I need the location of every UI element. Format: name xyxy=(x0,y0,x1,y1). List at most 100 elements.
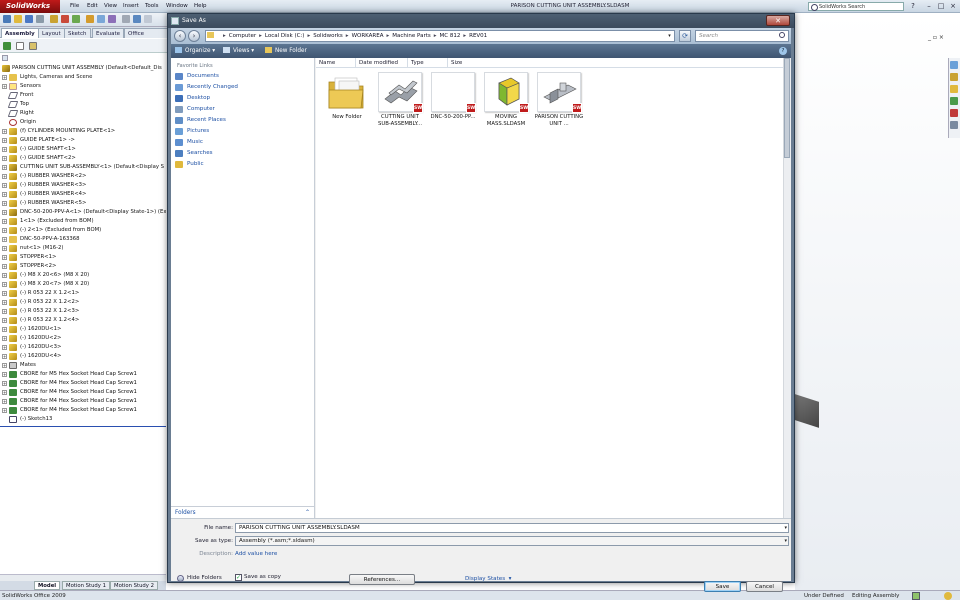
design-library-icon[interactable] xyxy=(950,73,958,81)
tree-item[interactable]: + CUTTING UNIT SUB-ASSEMBLY<1> (Default<D… xyxy=(0,163,166,172)
column-name[interactable]: Name xyxy=(316,58,356,68)
tree-item[interactable]: + GUIDE PLATE<1> -> xyxy=(0,136,166,145)
tree-root-assembly[interactable]: PARISON CUTTING UNIT ASSEMBLY (Default<D… xyxy=(0,64,166,73)
close-button[interactable]: × xyxy=(948,1,958,11)
breadcrumb-separator-icon[interactable]: ▸ xyxy=(259,31,262,41)
feature-tree-icon[interactable] xyxy=(3,42,11,50)
rebuild-status-icon[interactable] xyxy=(912,592,920,600)
expand-icon[interactable]: + xyxy=(2,354,7,359)
tree-item[interactable]: + CBORE for M4 Hex Socket Head Cap Screw1 xyxy=(0,397,166,406)
expand-icon[interactable]: + xyxy=(2,246,7,251)
tab-model[interactable]: Model xyxy=(34,581,61,590)
expand-icon[interactable]: + xyxy=(2,345,7,350)
menu-view[interactable]: View xyxy=(104,0,117,13)
tab-evaluate[interactable]: Evaluate xyxy=(92,28,125,38)
menu-file[interactable]: File xyxy=(70,0,79,13)
breadcrumb-separator-icon[interactable]: ▸ xyxy=(307,31,310,41)
breadcrumb-item[interactable]: MC 812 xyxy=(440,33,461,39)
tab-layout[interactable]: Layout xyxy=(38,28,65,38)
menu-tools[interactable]: Tools xyxy=(145,0,159,13)
search-results-icon[interactable] xyxy=(950,97,958,105)
breadcrumb-item[interactable]: Machine Parts xyxy=(392,33,431,39)
address-bar[interactable]: ▸ Computer ▸ Local Disk (C:) ▸ Solidworks ▸ WOR… xyxy=(205,30,675,42)
column-size[interactable]: Size xyxy=(448,58,468,68)
breadcrumb-item[interactable]: Solidworks xyxy=(313,33,343,39)
tree-item[interactable]: + CBORE for M4 Hex Socket Head Cap Screw1 xyxy=(0,406,166,415)
tab-assembly[interactable]: Assembly xyxy=(1,28,39,38)
expand-icon[interactable]: + xyxy=(2,192,7,197)
expand-icon[interactable]: + xyxy=(2,237,7,242)
column-date-modified[interactable]: Date modified xyxy=(356,58,408,68)
save-as-copy-checkbox[interactable]: ✓ xyxy=(235,574,242,581)
tree-item[interactable]: + (-) R 053 22 X 1.2<1> xyxy=(0,289,166,298)
tree-item[interactable]: + nut<1> (M16-2) xyxy=(0,244,166,253)
quick-tips-icon[interactable] xyxy=(944,592,952,600)
filter-icon[interactable] xyxy=(2,55,8,61)
restore-button[interactable]: □ xyxy=(936,1,946,11)
views-button[interactable]: Views ▾ xyxy=(223,44,254,58)
expand-icon[interactable]: + xyxy=(2,174,7,179)
expand-icon[interactable]: + xyxy=(2,318,7,323)
tree-item[interactable]: + DNC-50-200-PPV-A<1> (Default<Display St… xyxy=(0,208,166,217)
appearances-icon[interactable] xyxy=(950,121,958,129)
back-button[interactable]: ‹ xyxy=(174,30,186,42)
tree-item[interactable]: + (-) M8 X 20<6> (M8 X 20) xyxy=(0,271,166,280)
favorite-link[interactable]: Music xyxy=(175,137,311,148)
display-icon[interactable] xyxy=(133,15,141,23)
expand-icon[interactable]: + xyxy=(2,84,7,89)
property-manager-icon[interactable] xyxy=(16,42,24,50)
tree-item[interactable]: Top xyxy=(0,100,166,109)
tree-item[interactable]: Right xyxy=(0,109,166,118)
expand-icon[interactable]: + xyxy=(2,156,7,161)
solidworks-search-input[interactable]: SolidWorks Search xyxy=(808,2,904,11)
graphics-area[interactable] xyxy=(795,13,960,590)
tree-item[interactable]: + Sensors xyxy=(0,82,166,91)
favorite-link[interactable]: Documents xyxy=(175,71,311,82)
tree-item[interactable]: + (-) R 053 22 X 1.2<4> xyxy=(0,316,166,325)
tree-item[interactable]: + (-) RUBBER WASHER<5> xyxy=(0,199,166,208)
help-icon[interactable]: ? xyxy=(779,47,787,55)
tree-item[interactable]: + (-) 1620DU<2> xyxy=(0,334,166,343)
expand-icon[interactable]: + xyxy=(2,201,7,206)
tree-item[interactable]: + (-) 2<1> (Excluded from BOM) xyxy=(0,226,166,235)
refresh-button[interactable]: ⟳ xyxy=(679,30,691,42)
favorite-link[interactable]: Public xyxy=(175,159,311,170)
scrollbar-thumb[interactable] xyxy=(784,58,790,158)
save-type-dropdown-icon[interactable]: ▾ xyxy=(784,537,787,545)
tree-item[interactable]: + (-) M8 X 20<7> (M8 X 20) xyxy=(0,280,166,289)
tree-item[interactable]: + CBORE for M5 Hex Socket Head Cap Screw1 xyxy=(0,370,166,379)
configuration-manager-icon[interactable] xyxy=(29,42,37,50)
favorite-link[interactable]: Searches xyxy=(175,148,311,159)
expand-icon[interactable]: + xyxy=(2,165,7,170)
assembly-icon[interactable] xyxy=(50,15,58,23)
new-folder-button[interactable]: New Folder xyxy=(265,44,307,58)
display-states-dropdown[interactable]: Display States ▾ xyxy=(465,574,512,584)
tab-sketch[interactable]: Sketch xyxy=(64,28,91,38)
favorite-link[interactable]: Desktop xyxy=(175,93,311,104)
search-icon[interactable] xyxy=(779,32,785,38)
expand-icon[interactable]: + xyxy=(2,327,7,332)
help-icon[interactable]: ? xyxy=(908,1,918,11)
tree-item[interactable]: + (f) CYLINDER MOUNTING PLATE<1> xyxy=(0,127,166,136)
tree-item[interactable]: (-) Sketch13 xyxy=(0,415,166,424)
favorite-link[interactable]: Computer xyxy=(175,104,311,115)
breadcrumb-item[interactable]: Computer xyxy=(229,33,256,39)
open-icon[interactable] xyxy=(14,15,22,23)
breadcrumb-separator-icon[interactable]: ▸ xyxy=(434,31,437,41)
expand-icon[interactable]: + xyxy=(2,408,7,413)
menu-window[interactable]: Window xyxy=(166,0,188,13)
tree-horizontal-scrollbar[interactable] xyxy=(0,574,166,581)
file-item[interactable]: SW DNC-50-200-PP... xyxy=(428,72,478,138)
tree-item[interactable]: + (-) GUIDE SHAFT<2> xyxy=(0,154,166,163)
breadcrumb-separator-icon[interactable]: ▸ xyxy=(346,31,349,41)
tab-motion-study-2[interactable]: Motion Study 2 xyxy=(110,581,158,590)
minimize-button[interactable]: – xyxy=(924,1,934,11)
favorite-link[interactable]: Pictures xyxy=(175,126,311,137)
expand-icon[interactable]: + xyxy=(2,138,7,143)
tree-item[interactable]: + (-) R 053 22 X 1.2<2> xyxy=(0,298,166,307)
expand-icon[interactable]: + xyxy=(2,372,7,377)
menu-insert[interactable]: Insert xyxy=(123,0,139,13)
expand-icon[interactable]: + xyxy=(2,75,7,80)
tree-item[interactable]: + (-) R 053 22 X 1.2<3> xyxy=(0,307,166,316)
favorite-link[interactable]: Recently Changed xyxy=(175,82,311,93)
